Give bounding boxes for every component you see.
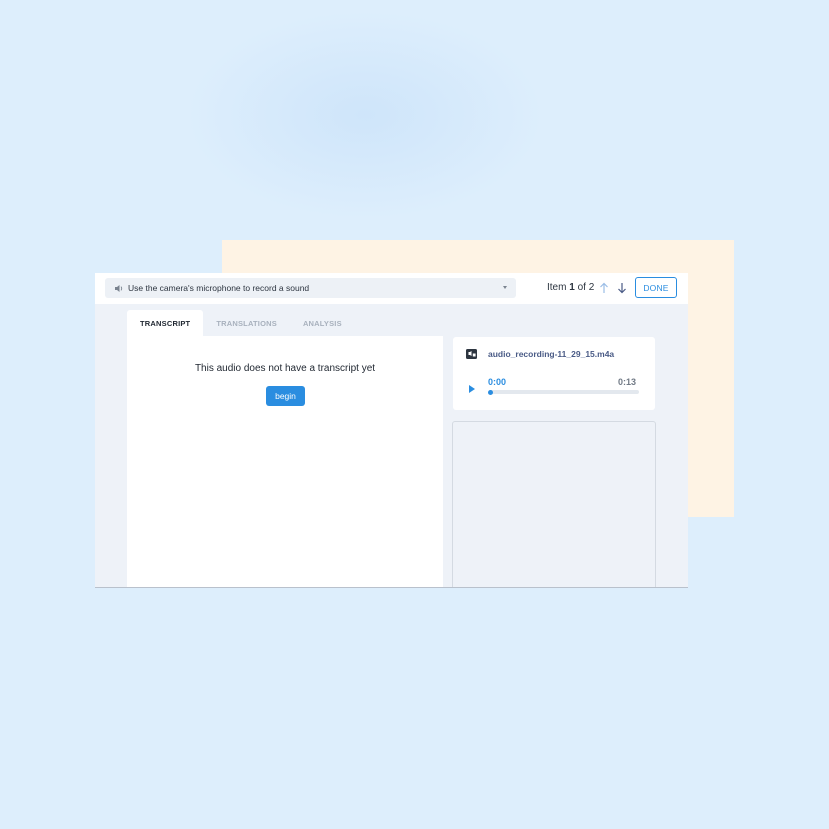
background-canvas: Use the camera's microphone to record a …: [0, 0, 829, 829]
chevron-down-icon: [503, 286, 507, 289]
audio-progress-bar[interactable]: [488, 389, 639, 395]
audio-player-card: audio_recording-11_29_15.m4a 0:00 0:13: [453, 337, 655, 410]
arrow-up-icon: [600, 282, 608, 293]
media-preview-area: [452, 421, 656, 587]
current-time: 0:00: [488, 377, 507, 387]
item-total: 2: [588, 282, 595, 293]
begin-button[interactable]: begin: [266, 386, 305, 406]
item-counter: Item 1 of 2: [547, 282, 594, 293]
decorative-blur: [185, 10, 545, 220]
previous-item-button[interactable]: [598, 281, 610, 295]
tab-analysis[interactable]: ANALYSIS: [290, 310, 355, 336]
duration: 0:13: [617, 377, 636, 387]
tab-translations[interactable]: TRANSLATIONS: [203, 310, 290, 336]
tab-transcript[interactable]: TRANSCRIPT: [127, 310, 204, 336]
progress-knob[interactable]: [488, 389, 493, 395]
speaker-icon: [114, 283, 124, 293]
next-item-button[interactable]: [616, 281, 628, 295]
done-button[interactable]: DONE: [635, 277, 677, 298]
processing-window: Use the camera's microphone to record a …: [95, 273, 688, 588]
item-prefix: Item: [547, 282, 567, 293]
play-icon[interactable]: [469, 385, 475, 393]
empty-transcript-message: This audio does not have a transcript ye…: [194, 363, 376, 374]
audio-file-name: audio_recording-11_29_15.m4a: [488, 349, 615, 359]
item-of: of: [577, 282, 586, 293]
transcript-panel: This audio does not have a transcript ye…: [127, 336, 443, 587]
tab-bar: TRANSCRIPT TRANSLATIONS ANALYSIS: [127, 310, 355, 336]
file-audio-icon: [466, 349, 477, 359]
header-bar: Use the camera's microphone to record a …: [95, 273, 688, 304]
arrow-down-icon: [618, 283, 626, 294]
question-select[interactable]: Use the camera's microphone to record a …: [105, 278, 516, 298]
item-current: 1: [569, 282, 575, 293]
question-label: Use the camera's microphone to record a …: [128, 283, 310, 293]
